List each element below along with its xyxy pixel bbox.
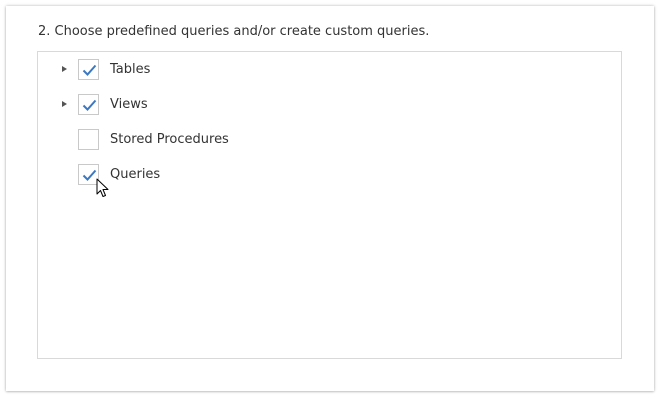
tree-item-label: Views [110,97,148,112]
step-instruction: 2. Choose predefined queries and/or crea… [38,24,430,39]
tree-item-label: Queries [110,167,161,182]
tree-item-views[interactable]: Views [0,92,560,118]
tree-item-tables[interactable]: Tables [0,57,560,83]
tree-item-label: Tables [110,62,151,77]
checkmark-icon [82,99,97,111]
tree-item-stored-procedures[interactable]: Stored Procedures [0,127,560,153]
checkmark-icon [82,169,97,181]
checkmark-icon [82,64,97,76]
tree-item-label: Stored Procedures [110,132,229,147]
tables-checkbox[interactable] [78,59,99,80]
stored-procedures-checkbox[interactable] [78,129,99,150]
tree-item-queries[interactable]: Queries [0,162,560,188]
expand-views-icon[interactable] [62,101,67,107]
expand-tables-icon[interactable] [62,66,67,72]
queries-checkbox[interactable] [78,164,99,185]
views-checkbox[interactable] [78,94,99,115]
